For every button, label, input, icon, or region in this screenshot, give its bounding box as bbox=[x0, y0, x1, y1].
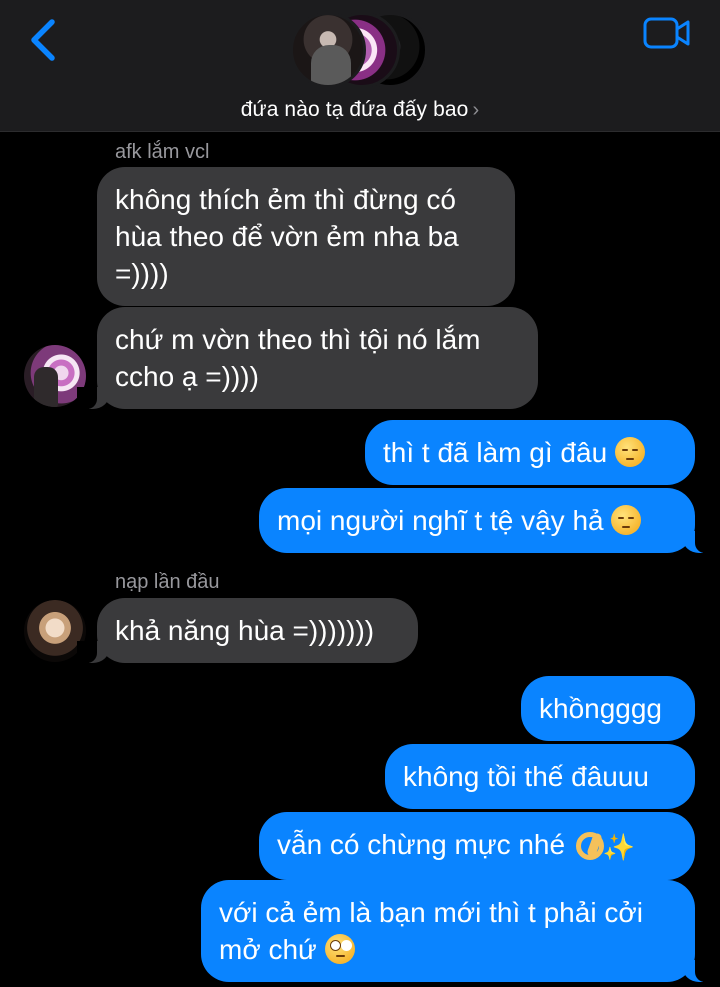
message-text: không thích ẻm thì đừng có hùa theo để v… bbox=[115, 184, 459, 289]
message-text: với cả ẻm là bạn mới thì t phải cởi mở c… bbox=[219, 897, 643, 965]
video-camera-icon[interactable] bbox=[642, 14, 692, 52]
message-text: mọi người nghĩ t tệ vậy hả bbox=[277, 505, 604, 536]
incoming-message-bubble[interactable]: không thích ẻm thì đừng có hùa theo để v… bbox=[97, 167, 515, 306]
pensive-face-emoji-icon bbox=[611, 505, 642, 535]
group-avatar-stack[interactable] bbox=[290, 12, 430, 88]
message-text: khả năng hùa =))))))) bbox=[115, 615, 375, 646]
message-text: thì t đã làm gì đâu bbox=[383, 437, 608, 468]
outgoing-message-bubble[interactable]: thì t đã làm gì đâu bbox=[365, 420, 695, 485]
sparkles-emoji-icon: ✨ bbox=[602, 832, 636, 862]
message-text: không tồi thế đâuuu bbox=[403, 761, 649, 792]
message-text: khồngggg bbox=[539, 693, 663, 724]
message-text: chứ m vờn theo thì tội nó lắm ccho ạ =))… bbox=[115, 324, 481, 392]
sender-name: afk lắm vcl bbox=[115, 141, 210, 163]
outgoing-message-bubble[interactable]: không tồi thế đâuuu bbox=[385, 744, 695, 809]
outgoing-message-bubble[interactable]: với cả ẻm là bạn mới thì t phải cởi mở c… bbox=[201, 880, 715, 982]
outgoing-message-bubble[interactable]: vẫn có chừng mực nhé ✨ bbox=[259, 812, 695, 880]
pensive-face-emoji-icon bbox=[614, 437, 645, 467]
ok-hand-emoji-icon bbox=[573, 829, 604, 860]
message-text: vẫn có chừng mực nhé bbox=[277, 829, 566, 860]
member-avatar bbox=[290, 12, 366, 88]
outgoing-message-bubble[interactable]: khồngggg bbox=[521, 676, 695, 741]
conversation-title[interactable]: đứa nào tạ đứa đấy bao › bbox=[0, 98, 720, 122]
chevron-right-icon: › bbox=[472, 99, 480, 121]
back-chevron-icon[interactable] bbox=[24, 16, 64, 64]
incoming-message-bubble[interactable]: chứ m vờn theo thì tội nó lắm ccho ạ =))… bbox=[77, 307, 538, 409]
sender-name: nạp lần đầu bbox=[115, 571, 220, 593]
outgoing-message-bubble[interactable]: mọi người nghĩ t tệ vậy hả bbox=[259, 488, 715, 553]
conversation-title-text: đứa nào tạ đứa đấy bao bbox=[240, 98, 469, 121]
conversation-header: đứa nào tạ đứa đấy bao › bbox=[0, 0, 720, 132]
rolling-eyes-emoji-icon bbox=[324, 934, 355, 964]
incoming-message-bubble[interactable]: khả năng hùa =))))))) bbox=[77, 598, 418, 663]
